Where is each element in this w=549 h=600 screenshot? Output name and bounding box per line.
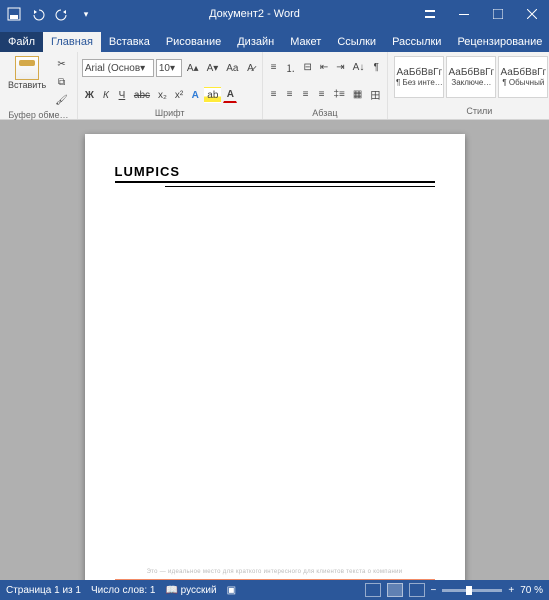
font-name-select[interactable]: Arial (Основ▾ bbox=[82, 59, 154, 77]
redo-icon[interactable] bbox=[52, 4, 72, 24]
ribbon: Вставить ✂ ⧉ 🖌 Буфер обме… Arial (Основ▾… bbox=[0, 52, 549, 120]
tab-home[interactable]: Главная bbox=[43, 32, 101, 52]
tab-draw[interactable]: Рисование bbox=[158, 32, 229, 52]
superscript-icon[interactable]: x² bbox=[172, 87, 186, 103]
font-color-icon[interactable]: A bbox=[223, 87, 237, 103]
document-footer: Это — идеальное место для краткого интер… bbox=[115, 569, 435, 580]
tab-insert[interactable]: Вставка bbox=[101, 32, 158, 52]
style-conclusion[interactable]: АаБбВвГг Заключе… bbox=[446, 56, 496, 98]
cut-icon[interactable]: ✂ bbox=[52, 56, 71, 72]
document-workspace[interactable]: LUMPICS Это — идеальное место для кратко… bbox=[0, 120, 549, 580]
group-font: Arial (Основ▾ 10▾ A▴ A▾ Aa A̷ Ж К Ч abc … bbox=[78, 52, 263, 119]
show-marks-icon[interactable]: ¶ bbox=[369, 60, 383, 76]
zoom-out-button[interactable]: − bbox=[431, 585, 437, 596]
copy-icon[interactable]: ⧉ bbox=[52, 74, 71, 90]
line-spacing-icon[interactable]: ‡≡ bbox=[331, 87, 348, 103]
paste-label: Вставить bbox=[8, 80, 46, 90]
align-center-icon[interactable]: ≡ bbox=[283, 87, 297, 103]
shading-icon[interactable]: ▦ bbox=[350, 87, 365, 103]
format-painter-icon[interactable]: 🖌 bbox=[52, 92, 71, 108]
clear-format-icon[interactable]: A̷ bbox=[244, 60, 258, 76]
tab-review[interactable]: Рецензирование bbox=[449, 32, 549, 52]
sort-icon[interactable]: A↓ bbox=[350, 60, 368, 76]
bullets-icon[interactable]: ≡ bbox=[267, 60, 281, 76]
document-title[interactable]: LUMPICS bbox=[115, 164, 435, 179]
zoom-level[interactable]: 70 % bbox=[520, 585, 543, 596]
highlight-icon[interactable]: ab bbox=[204, 87, 221, 103]
tab-mailings[interactable]: Рассылки bbox=[384, 32, 449, 52]
status-words[interactable]: Число слов: 1 bbox=[91, 585, 155, 596]
group-paragraph: ≡ ⒈ ⊟ ⇤ ⇥ A↓ ¶ ≡ ≡ ≡ ≡ ‡≡ ▦ 田 Абзац bbox=[263, 52, 389, 119]
group-styles-label: Стили bbox=[392, 106, 549, 117]
status-lang[interactable]: 📖 русский bbox=[165, 585, 216, 596]
grow-font-icon[interactable]: A▴ bbox=[184, 60, 202, 76]
group-paragraph-label: Абзац bbox=[267, 108, 384, 119]
text-effects-icon[interactable]: A bbox=[188, 87, 202, 103]
window-title: Документ2 - Word bbox=[96, 8, 413, 20]
font-size-select[interactable]: 10▾ bbox=[156, 59, 182, 77]
numbering-icon[interactable]: ⒈ bbox=[283, 60, 299, 76]
zoom-in-button[interactable]: + bbox=[508, 585, 514, 596]
ribbon-tabs: Файл Главная Вставка Рисование Дизайн Ма… bbox=[0, 28, 549, 52]
tab-references[interactable]: Ссылки bbox=[329, 32, 384, 52]
save-icon[interactable] bbox=[4, 4, 24, 24]
group-font-label: Шрифт bbox=[82, 108, 258, 119]
subscript-icon[interactable]: x₂ bbox=[155, 87, 170, 103]
multilevel-icon[interactable]: ⊟ bbox=[301, 60, 315, 76]
undo-icon[interactable] bbox=[28, 4, 48, 24]
status-page[interactable]: Страница 1 из 1 bbox=[6, 585, 81, 596]
document-body[interactable] bbox=[115, 187, 435, 569]
italic-icon[interactable]: К bbox=[99, 87, 113, 103]
group-clipboard: Вставить ✂ ⧉ 🖌 Буфер обме… bbox=[0, 52, 78, 119]
qat-customize-icon[interactable]: ▾ bbox=[76, 4, 96, 24]
borders-icon[interactable]: 田 bbox=[367, 87, 383, 103]
clipboard-icon bbox=[15, 56, 39, 80]
justify-icon[interactable]: ≡ bbox=[315, 87, 329, 103]
statusbar: Страница 1 из 1 Число слов: 1 📖 русский … bbox=[0, 580, 549, 600]
titlebar: ▾ Документ2 - Word bbox=[0, 0, 549, 28]
view-read-icon[interactable] bbox=[365, 583, 381, 597]
paste-button[interactable]: Вставить bbox=[4, 54, 50, 92]
indent-dec-icon[interactable]: ⇤ bbox=[317, 60, 331, 76]
maximize-icon[interactable] bbox=[481, 0, 515, 28]
minimize-icon[interactable] bbox=[447, 0, 481, 28]
close-icon[interactable] bbox=[515, 0, 549, 28]
footer-tagline: Это — идеальное место для краткого интер… bbox=[115, 569, 435, 575]
bold-icon[interactable]: Ж bbox=[82, 87, 97, 103]
title-underline bbox=[115, 181, 435, 183]
group-styles: АаБбВвГг ¶ Без инте… АаБбВвГг Заключе… А… bbox=[388, 52, 549, 119]
align-right-icon[interactable]: ≡ bbox=[299, 87, 313, 103]
status-accessibility-icon[interactable]: ▣ bbox=[227, 585, 236, 596]
ribbon-options-icon[interactable] bbox=[413, 0, 447, 28]
style-no-spacing[interactable]: АаБбВвГг ¶ Без инте… bbox=[394, 56, 444, 98]
view-web-icon[interactable] bbox=[409, 583, 425, 597]
indent-inc-icon[interactable]: ⇥ bbox=[333, 60, 347, 76]
shrink-font-icon[interactable]: A▾ bbox=[204, 60, 222, 76]
tab-file[interactable]: Файл bbox=[0, 32, 43, 52]
tab-layout[interactable]: Макет bbox=[282, 32, 329, 52]
view-print-icon[interactable] bbox=[387, 583, 403, 597]
document-page[interactable]: LUMPICS Это — идеальное место для кратко… bbox=[85, 134, 465, 580]
align-left-icon[interactable]: ≡ bbox=[267, 87, 281, 103]
style-normal[interactable]: АаБбВвГг ¶ Обычный bbox=[498, 56, 548, 98]
zoom-slider[interactable] bbox=[442, 589, 502, 592]
tab-design[interactable]: Дизайн bbox=[229, 32, 282, 52]
strike-icon[interactable]: abc bbox=[131, 87, 153, 103]
change-case-icon[interactable]: Aa bbox=[223, 60, 241, 76]
underline-icon[interactable]: Ч bbox=[115, 87, 129, 103]
